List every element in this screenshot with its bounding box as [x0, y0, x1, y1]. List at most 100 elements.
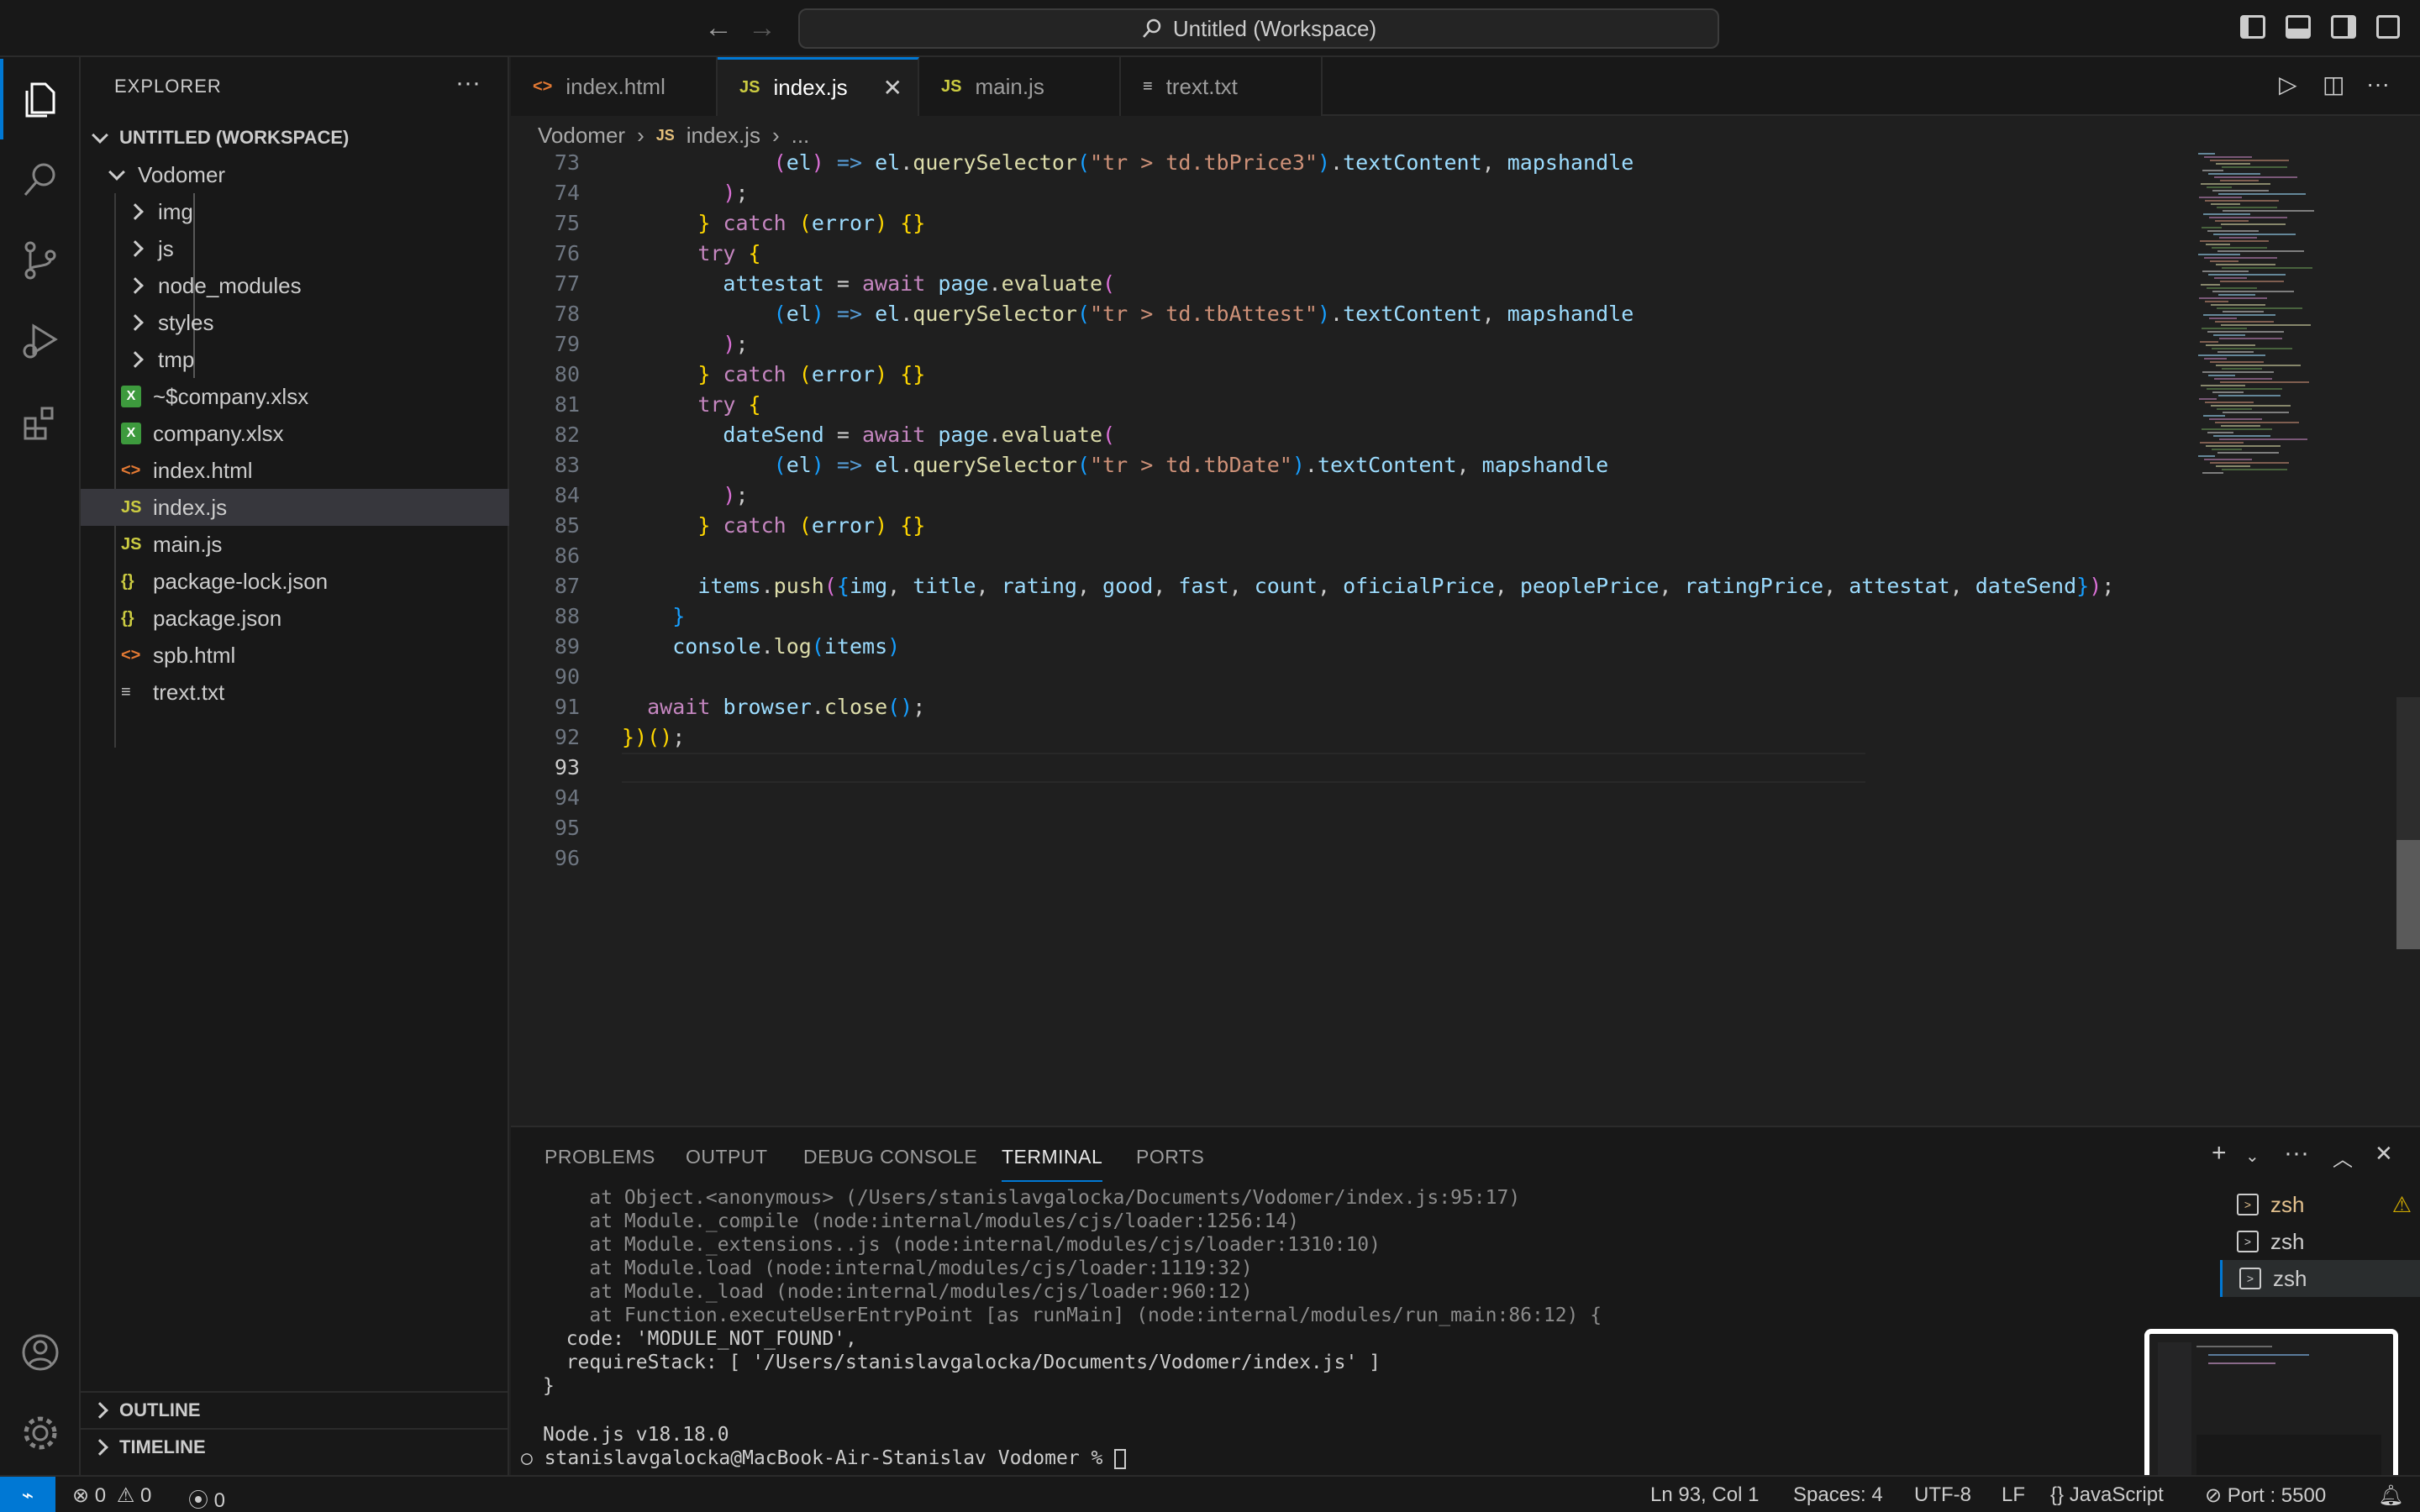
language-mode[interactable]: {} JavaScript [2050, 1483, 2164, 1507]
split-editor-icon[interactable]: ◫ [2323, 71, 2344, 98]
panel-tab-output[interactable]: OUTPUT [686, 1146, 768, 1168]
ports-indicator[interactable]: ⦿ 0 [188, 1483, 225, 1512]
tab-main-js[interactable]: JS main.js [919, 57, 1121, 116]
breadcrumb-file[interactable]: index.js [687, 123, 760, 149]
warning-icon: ⚠ [116, 1484, 135, 1507]
tree-file[interactable]: JS index.js [81, 489, 509, 526]
error-count: 0 [94, 1484, 107, 1507]
panel-tab-ports[interactable]: PORTS [1136, 1146, 1204, 1168]
title-bar: ← → Untitled (Workspace) [0, 0, 2420, 57]
tree-file[interactable]: {} package.json [81, 600, 509, 637]
html-file-icon: <> [121, 460, 141, 480]
toggle-secondary-sidebar-icon[interactable] [2331, 15, 2356, 39]
toggle-panel-icon[interactable] [2286, 15, 2311, 39]
screenshot-thumbnail[interactable] [2144, 1329, 2398, 1490]
bottom-panel: PROBLEMS OUTPUT DEBUG CONSOLE TERMINAL PORTS… [511, 1126, 2420, 1475]
code-line: 91 await browser.close(); [511, 692, 2191, 722]
explorer-icon[interactable] [0, 59, 81, 139]
tree-folder[interactable]: styles [81, 304, 509, 341]
breadcrumb-symbols[interactable]: ... [792, 123, 810, 149]
tree-file[interactable]: <> index.html [81, 452, 509, 489]
accounts-icon[interactable] [0, 1312, 81, 1393]
tree-item-label: js [158, 235, 174, 261]
cursor-position[interactable]: Ln 93, Col 1 [1650, 1483, 1759, 1507]
minimap-line [2207, 388, 2282, 390]
tree-file[interactable]: Xcompany.xlsx [81, 415, 509, 452]
customize-layout-icon[interactable] [2376, 15, 2400, 39]
close-icon[interactable]: ✕ [883, 74, 902, 102]
encoding[interactable]: UTF-8 [1914, 1483, 1971, 1507]
minimap-line [2216, 264, 2275, 265]
command-center-label: Untitled (Workspace) [1172, 15, 1377, 41]
panel-tab-debug-console[interactable]: DEBUG CONSOLE [803, 1146, 977, 1168]
tree-file[interactable]: <> spb.html [81, 637, 509, 674]
code-line: 74 ); [511, 178, 2191, 208]
code-text: })(); [622, 725, 686, 749]
remote-icon[interactable]: ⌁ [0, 1477, 55, 1512]
more-actions-icon[interactable]: ··· [2366, 71, 2390, 97]
minimap-line [2221, 223, 2286, 225]
close-panel-icon[interactable]: ✕ [2375, 1141, 2393, 1167]
panel-tab-terminal[interactable]: TERMINAL [1002, 1146, 1103, 1182]
minimap[interactable] [2198, 153, 2400, 875]
tree-folder[interactable]: node_modules [81, 267, 509, 304]
terminal-instance[interactable]: > zsh [2220, 1223, 2420, 1260]
panel-tab-problems[interactable]: PROBLEMS [544, 1146, 655, 1168]
tree-folder[interactable]: img [81, 193, 509, 230]
more-actions-icon[interactable]: ··· [455, 69, 481, 97]
tab-index-html[interactable]: <> index.html [511, 57, 718, 116]
notifications-icon[interactable]: 🔔︎ [2378, 1483, 2403, 1508]
terminal-instance[interactable]: > zsh [2220, 1260, 2420, 1297]
live-server-port[interactable]: ⊘ Port : 5500 [2205, 1483, 2326, 1508]
run-and-debug-icon[interactable] [0, 301, 81, 381]
timeline-section[interactable]: TIMELINE [81, 1428, 509, 1465]
code-text: (el) => el.querySelector("tr > td.tbAtte… [773, 302, 1634, 326]
terminal-line: at Module._load (node:internal/modules/c… [543, 1281, 1253, 1303]
tree-file[interactable]: {} package-lock.json [81, 563, 509, 600]
outline-section[interactable]: OUTLINE [81, 1391, 509, 1428]
line-number: 84 [554, 483, 580, 507]
new-terminal-icon[interactable]: + [2212, 1139, 2227, 1168]
tree-file[interactable]: X ~$company.xlsx [81, 378, 509, 415]
chevron-down-icon[interactable]: ⌄ [2245, 1146, 2260, 1167]
more-actions-icon[interactable]: ··· [2284, 1139, 2309, 1168]
search-icon [1142, 18, 1161, 38]
tree-folder-vodomer[interactable]: Vodomer [81, 156, 509, 193]
maximize-panel-icon[interactable]: ︿ [2333, 1142, 2353, 1172]
minimap-line [2221, 425, 2260, 427]
tree-file[interactable]: ≡ trext.txt [81, 674, 509, 711]
source-control-icon[interactable] [0, 220, 81, 301]
minimap-line [2207, 331, 2284, 333]
extensions-icon[interactable] [0, 381, 81, 462]
editor-scrollbar-thumb[interactable] [2396, 840, 2420, 949]
breadcrumb-folder[interactable]: Vodomer [538, 123, 625, 149]
minimap-line [2198, 354, 2265, 356]
code-editor[interactable]: 73 (el) => el.querySelector("tr > td.tbP… [511, 148, 2191, 879]
tree-file[interactable]: JS main.js [81, 526, 509, 563]
tree-folder[interactable]: tmp [81, 341, 509, 378]
terminal[interactable]: at Object.<anonymous> (/Users/stanislavg… [511, 1186, 2208, 1472]
tab-trext-txt[interactable]: ≡ trext.txt [1121, 57, 1323, 116]
end-of-line[interactable]: LF [2002, 1483, 2025, 1507]
folder-label: Vodomer [138, 161, 226, 187]
tree-folder[interactable]: js [81, 230, 509, 267]
minimap-line [2217, 307, 2302, 309]
terminal-instance[interactable]: > zsh ⚠ [2220, 1186, 2420, 1223]
indentation[interactable]: Spaces: 4 [1793, 1483, 1883, 1507]
workspace-header[interactable]: UNTITLED (WORKSPACE) [81, 119, 509, 156]
minimap-line [2219, 438, 2307, 440]
tab-index-js[interactable]: JS index.js ✕ [718, 57, 919, 116]
search-icon[interactable] [0, 139, 81, 220]
arrow-left-icon[interactable]: ← [704, 12, 733, 45]
minimap-line [2219, 237, 2257, 239]
run-file-icon[interactable]: ▷ [2279, 71, 2297, 98]
minimap-line [2202, 170, 2223, 171]
workspace-name: UNTITLED (WORKSPACE) [119, 127, 350, 148]
problems-indicator[interactable]: ⊗ 0 ⚠ 0 [72, 1483, 151, 1508]
minimap-line [2198, 153, 2215, 155]
terminal-line: at Module.load (node:internal/modules/cj… [543, 1257, 1253, 1279]
command-center-search[interactable]: Untitled (Workspace) [798, 8, 1719, 49]
toggle-primary-sidebar-icon[interactable] [2240, 15, 2265, 39]
arrow-right-icon[interactable]: → [748, 12, 776, 45]
gear-icon[interactable] [0, 1393, 81, 1473]
